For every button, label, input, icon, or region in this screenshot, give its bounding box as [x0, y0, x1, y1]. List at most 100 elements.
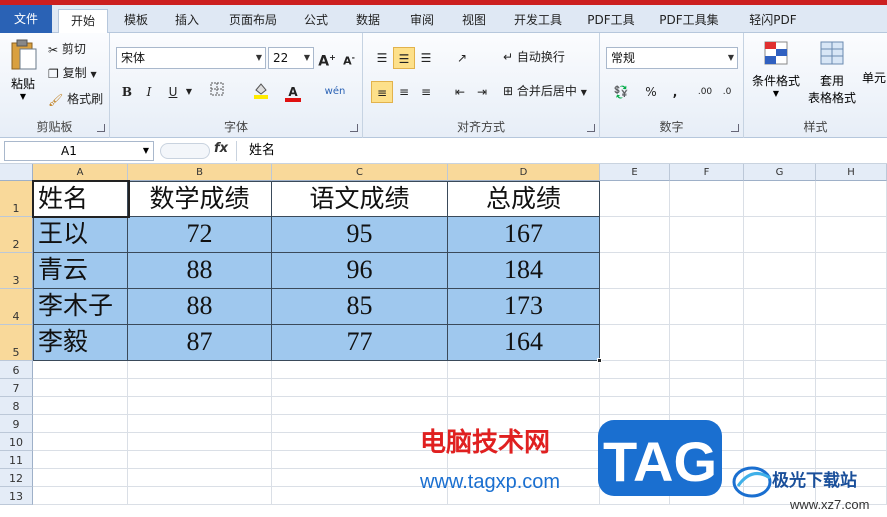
table-cell[interactable]: 72	[128, 217, 272, 253]
table-header-cell[interactable]: 姓名	[33, 181, 128, 217]
grid-cell[interactable]	[600, 433, 670, 451]
table-cell[interactable]: 173	[448, 289, 600, 325]
column-header-f[interactable]: F	[670, 164, 744, 181]
column-header-a[interactable]: A	[33, 164, 128, 181]
grow-font-icon[interactable]: A+	[316, 47, 338, 70]
table-cell[interactable]: 青云	[33, 253, 128, 289]
grid-cell[interactable]	[128, 487, 272, 505]
table-cell[interactable]: 88	[128, 253, 272, 289]
column-header-d[interactable]: D	[448, 164, 600, 181]
tab-formulas[interactable]: 公式	[296, 9, 336, 33]
align-right-icon[interactable]: ≡	[415, 81, 437, 103]
grid-cell[interactable]	[744, 379, 816, 397]
row-header-1[interactable]: 1	[0, 181, 33, 217]
table-header-cell[interactable]: 语文成绩	[272, 181, 448, 217]
table-header-cell[interactable]: 总成绩	[448, 181, 600, 217]
grid-cell[interactable]	[448, 397, 600, 415]
grid-cell[interactable]	[33, 361, 128, 379]
grid-cell[interactable]	[448, 379, 600, 397]
fill-handle[interactable]	[597, 358, 602, 363]
table-cell[interactable]: 184	[448, 253, 600, 289]
font-launcher-icon[interactable]	[350, 124, 358, 132]
alignment-launcher-icon[interactable]	[587, 124, 595, 132]
grid-cell[interactable]	[744, 217, 816, 253]
row-header-2[interactable]: 2	[0, 217, 33, 253]
tab-page-layout[interactable]: 页面布局	[220, 9, 286, 33]
grid-cell[interactable]	[670, 253, 744, 289]
grid-cell[interactable]	[272, 451, 448, 469]
grid-cell[interactable]	[816, 433, 887, 451]
row-header-8[interactable]: 8	[0, 397, 33, 415]
table-cell[interactable]: 李毅	[33, 325, 128, 361]
grid-cell[interactable]	[816, 379, 887, 397]
conditional-format-button[interactable]: 条件格式 ▼	[748, 39, 804, 98]
column-header-b[interactable]: B	[128, 164, 272, 181]
grid-cell[interactable]	[670, 397, 744, 415]
grid-cell[interactable]	[744, 397, 816, 415]
grid-cell[interactable]	[272, 433, 448, 451]
grid-cell[interactable]	[272, 487, 448, 505]
row-header-9[interactable]: 9	[0, 415, 33, 433]
grid-cell[interactable]	[128, 451, 272, 469]
table-cell[interactable]: 85	[272, 289, 448, 325]
decrease-decimal-icon[interactable]: .0	[716, 81, 738, 103]
tab-template[interactable]: 模板	[114, 9, 158, 33]
grid-cell[interactable]	[670, 181, 744, 217]
grid-cell[interactable]	[600, 325, 670, 361]
table-header-cell[interactable]: 数学成绩	[128, 181, 272, 217]
number-launcher-icon[interactable]	[731, 124, 739, 132]
grid-cell[interactable]	[600, 487, 670, 505]
table-cell[interactable]: 王以	[33, 217, 128, 253]
grid-cell[interactable]	[33, 469, 128, 487]
grid-cell[interactable]	[816, 289, 887, 325]
table-cell[interactable]: 77	[272, 325, 448, 361]
cell-styles-button[interactable]: 单元	[862, 69, 887, 86]
grid-cell[interactable]	[670, 217, 744, 253]
grid-cell[interactable]	[670, 325, 744, 361]
decrease-indent-icon[interactable]: ⇤	[449, 81, 471, 103]
align-middle-icon[interactable]: ☰	[393, 47, 415, 69]
grid-cell[interactable]	[744, 487, 816, 505]
table-cell[interactable]: 88	[128, 289, 272, 325]
grid-cell[interactable]	[816, 487, 887, 505]
tab-pdf-toolset[interactable]: PDF工具集	[650, 9, 728, 33]
grid-cell[interactable]	[600, 181, 670, 217]
italic-button[interactable]: I	[138, 81, 160, 103]
formula-bar-resize[interactable]	[160, 143, 210, 159]
format-painter-button[interactable]: 🖌 格式刷	[48, 89, 103, 109]
grid-cell[interactable]	[272, 361, 448, 379]
tab-home[interactable]: 开始	[58, 9, 108, 34]
table-cell[interactable]: 李木子	[33, 289, 128, 325]
grid-cell[interactable]	[816, 451, 887, 469]
grid-cell[interactable]	[33, 415, 128, 433]
row-header-12[interactable]: 12	[0, 469, 33, 487]
grid-cell[interactable]	[33, 433, 128, 451]
comma-button[interactable]: ,	[664, 81, 686, 103]
shrink-font-icon[interactable]: A-	[338, 47, 360, 69]
grid-cell[interactable]	[128, 469, 272, 487]
grid-cell[interactable]	[128, 415, 272, 433]
grid-cell[interactable]	[600, 469, 670, 487]
phonetic-icon[interactable]: wén	[324, 81, 346, 103]
grid-cell[interactable]	[744, 253, 816, 289]
grid-cell[interactable]	[744, 181, 816, 217]
row-header-13[interactable]: 13	[0, 487, 33, 505]
grid-cell[interactable]	[600, 451, 670, 469]
grid-cell[interactable]	[670, 433, 744, 451]
tab-developer[interactable]: 开发工具	[506, 9, 570, 33]
table-cell[interactable]: 95	[272, 217, 448, 253]
grid-cell[interactable]	[128, 379, 272, 397]
grid-cell[interactable]	[33, 379, 128, 397]
row-header-4[interactable]: 4	[0, 289, 33, 325]
grid-cell[interactable]	[744, 469, 816, 487]
chevron-down-icon[interactable]: ▼	[90, 70, 96, 79]
grid-cell[interactable]	[448, 451, 600, 469]
tab-qingshan-pdf[interactable]: 轻闪PDF	[740, 9, 806, 33]
currency-icon[interactable]: 💱	[606, 81, 636, 103]
grid-cell[interactable]	[670, 415, 744, 433]
column-header-e[interactable]: E	[600, 164, 670, 181]
grid-cell[interactable]	[448, 487, 600, 505]
grid-cell[interactable]	[600, 289, 670, 325]
orientation-icon[interactable]: ↗	[451, 47, 473, 69]
column-header-g[interactable]: G	[744, 164, 816, 181]
